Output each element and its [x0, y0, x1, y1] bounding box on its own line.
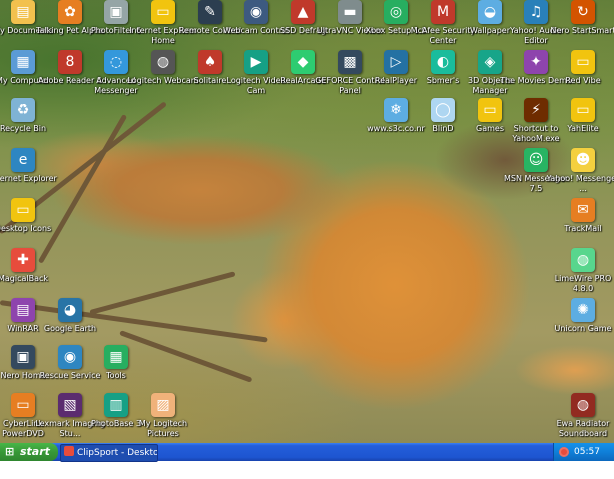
taskbar-window-label: ClipSport - Desktop B...	[77, 448, 158, 458]
desktop-icon-label: Tools	[106, 371, 126, 380]
desktop-icon-label: Ewa Radiator Soundboard	[556, 419, 610, 438]
logitech-pictures-icon: ▨	[151, 393, 175, 417]
desktop-icon[interactable]: ▨ My Logitech Pictures	[125, 393, 201, 439]
desktop-icon-label: Red Vibe	[565, 76, 601, 85]
mail-icon: ✉	[571, 198, 595, 222]
branch-decoration	[89, 271, 236, 315]
limewire-icon: ◍	[571, 248, 595, 272]
desktop-icon[interactable]: e Internet Explorer	[0, 148, 61, 184]
desktop-icon-label: Nero StartSmart	[550, 26, 614, 35]
desktop-icon-label: My Logitech Pictures	[138, 419, 188, 438]
clock[interactable]: 05:57 AM	[574, 443, 614, 479]
desktop-icon[interactable]: ▭ Red Vibe	[545, 50, 614, 86]
recycle-bin-icon: ♻	[11, 98, 35, 122]
desktop-icon-label: LimeWire PRO 4.8.0	[554, 274, 612, 293]
desktop-icon-label: MagicalBack	[0, 274, 49, 283]
desktop-icon-label: TrackMail	[564, 224, 602, 233]
system-tray: 05:57 AM	[553, 443, 614, 475]
unicorn-game-icon: ✺	[571, 298, 595, 322]
start-button[interactable]: ⊞ start	[0, 443, 58, 461]
desktop[interactable]: ▤My Documents✿Talking Pet Alpha▣PhotoFil…	[0, 0, 614, 443]
clipsport-icon	[64, 446, 74, 456]
tray-status-icon[interactable]	[559, 447, 569, 457]
desktop-icon[interactable]: ✚ MagicalBack	[0, 248, 61, 284]
internet-explorer-icon: e	[11, 148, 35, 172]
desktop-icon[interactable]: ↻ Nero StartSmart	[545, 0, 614, 36]
desktop-icon-label: Google Earth	[43, 324, 97, 333]
magical-back-icon: ✚	[11, 248, 35, 272]
google-earth-icon: ◕	[58, 298, 82, 322]
taskbar: ⊞ start ClipSport - Desktop B... 05:57 A…	[0, 443, 614, 475]
desktop-icon[interactable]: ✺ Unicorn Game	[545, 298, 614, 334]
folder-icon: ▭	[571, 50, 595, 74]
desktop-icon-label: YahElite	[567, 124, 599, 133]
yahoo-messenger-icon: ☻	[571, 148, 595, 172]
desktop-icon[interactable]: ✉ TrackMail	[545, 198, 614, 234]
desktop-icon-label: Recycle Bin	[0, 124, 47, 133]
desktop-icon-label: Internet Explorer	[0, 174, 57, 183]
desktop-icon[interactable]: ▭ Desktop Icons	[0, 198, 61, 234]
desktop-icon[interactable]: ▦ Tools	[78, 345, 154, 381]
start-label: start	[20, 445, 50, 458]
folder-icon: ▭	[11, 198, 35, 222]
desktop-icon-label: Desktop Icons	[0, 224, 52, 233]
tools-icon: ▦	[104, 345, 128, 369]
windows-flag-icon: ⊞	[5, 445, 15, 458]
desktop-icon[interactable]: ◍ Ewa Radiator Soundboard	[545, 393, 614, 439]
desktop-icon[interactable]: ☻ Yahoo! Messenger ...	[545, 148, 614, 194]
taskbar-window-button[interactable]: ClipSport - Desktop B...	[60, 444, 158, 462]
desktop-icon[interactable]: ◕ Google Earth	[32, 298, 108, 334]
desktop-icon[interactable]: ◍ LimeWire PRO 4.8.0	[545, 248, 614, 294]
nero-icon: ↻	[571, 0, 595, 24]
folder-icon: ▭	[571, 98, 595, 122]
desktop-icon-label: Yahoo! Messenger ...	[546, 174, 614, 193]
soundboard-icon: ◍	[571, 393, 595, 417]
desktop-icon[interactable]: ▭ YahElite	[545, 98, 614, 134]
desktop-icon[interactable]: ♻ Recycle Bin	[0, 98, 61, 134]
desktop-icon-label: Unicorn Game	[554, 324, 612, 333]
